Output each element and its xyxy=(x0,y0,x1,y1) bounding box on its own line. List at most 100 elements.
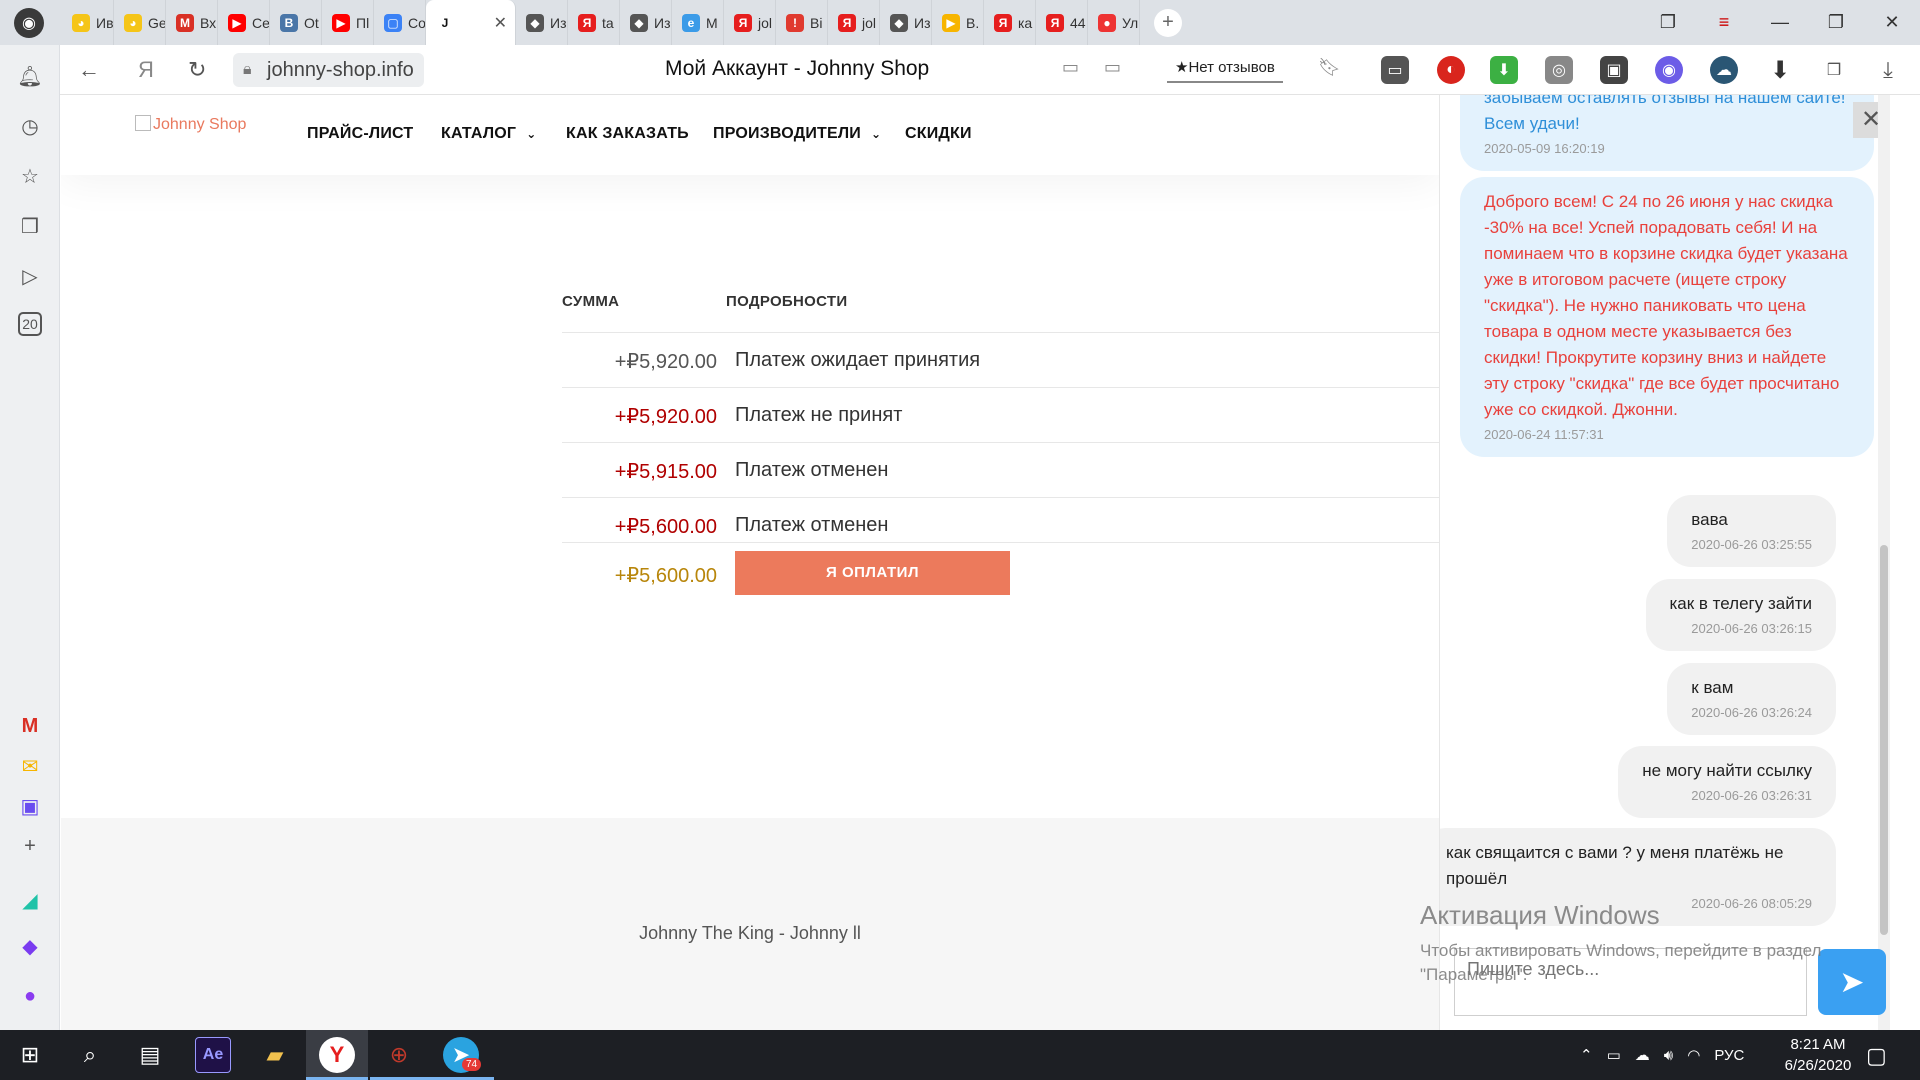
reload-icon[interactable]: ↻ xyxy=(188,57,206,83)
bookmark-icon[interactable]: 🔖︎ xyxy=(1318,57,1341,78)
menu-icon[interactable]: ≡ xyxy=(1696,12,1752,33)
translate-icon[interactable]: ▭ xyxy=(1104,57,1121,78)
download-arrow-icon[interactable]: ⬇ xyxy=(1490,56,1518,84)
chat-message-input[interactable] xyxy=(1454,948,1807,1016)
extension-icon[interactable]: ◎ xyxy=(1545,56,1573,84)
collections-icon[interactable]: ❐ xyxy=(1640,12,1696,33)
minimize-button[interactable]: — xyxy=(1752,12,1808,33)
reviews-button[interactable]: ★Нет отзывов xyxy=(1167,53,1283,83)
after-effects-icon[interactable]: Ae xyxy=(195,1037,231,1073)
search-icon[interactable]: ⌕ xyxy=(72,1037,108,1073)
game-launcher-icon[interactable]: ⊕ xyxy=(381,1037,417,1073)
nav-discounts[interactable]: СКИДКИ xyxy=(905,125,972,143)
i-paid-button[interactable]: Я ОПЛАТИЛ xyxy=(735,551,1010,595)
tab-favicon-icon: ▢ xyxy=(384,13,402,32)
clock[interactable]: 8:21 AM 6/26/2020 xyxy=(1768,1034,1868,1076)
tab-label: Из xyxy=(914,14,931,31)
battery-icon[interactable]: ▭ xyxy=(1607,1046,1621,1064)
windows-start-icon[interactable]: ⊞ xyxy=(12,1037,48,1073)
language-indicator[interactable]: РУС xyxy=(1714,1047,1744,1064)
browser-tab[interactable]: ◕ Ge xyxy=(114,0,166,45)
telegram-badge: 74 xyxy=(462,1058,482,1071)
volume-icon[interactable]: 🔊︎ xyxy=(1664,1047,1673,1064)
browser-tab[interactable]: ◆ Из xyxy=(516,0,568,45)
notification-icon[interactable]: ▢ xyxy=(1866,1043,1887,1069)
collections-icon[interactable]: ❒ xyxy=(16,212,44,240)
network-icon[interactable]: ◠ xyxy=(1687,1046,1700,1064)
add-panel-icon[interactable]: + xyxy=(16,832,44,860)
gmail-icon[interactable]: M xyxy=(16,712,44,740)
browser-tab[interactable]: Яta xyxy=(568,0,620,45)
file-explorer-icon[interactable]: ▰ xyxy=(257,1037,293,1073)
cloud-icon[interactable]: ☁ xyxy=(1710,56,1738,84)
history-icon[interactable]: ◷ xyxy=(16,112,44,140)
browser-tab[interactable]: ◕ Ив xyxy=(62,0,114,45)
close-tab-icon[interactable]: ✕ xyxy=(494,13,507,33)
camera-icon[interactable]: ▣ xyxy=(1600,56,1628,84)
browser-tab[interactable]: ▢ Co xyxy=(374,0,426,45)
browser-tab[interactable]: Яка xyxy=(984,0,1036,45)
play-icon[interactable]: ▷ xyxy=(16,262,44,290)
browser-tab[interactable]: Яjol xyxy=(724,0,776,45)
tab-label: ta xyxy=(602,14,614,31)
nav-price-list[interactable]: ПРАЙС-ЛИСТ xyxy=(307,125,413,143)
chat-scrollbar[interactable] xyxy=(1878,95,1890,1030)
payment-status: Платеж ожидает принятия xyxy=(735,349,981,371)
browser-tab[interactable]: ▶ В. xyxy=(932,0,984,45)
back-icon[interactable]: ← xyxy=(78,57,100,83)
message-text: Доброго всем! С 24 по 26 июня у нас скид… xyxy=(1484,192,1848,419)
browser-tab[interactable]: ▶ Се xyxy=(218,0,270,45)
download-icon[interactable]: ⬇ xyxy=(1766,56,1794,84)
browser-tab[interactable]: M Вх xyxy=(166,0,218,45)
close-window-button[interactable]: ✕ xyxy=(1864,12,1920,33)
yandex-icon[interactable]: Я xyxy=(138,57,154,83)
bell-icon[interactable]: 🔔︎ xyxy=(16,62,44,90)
new-tab-button[interactable]: + xyxy=(1154,8,1182,37)
nav-manufacturers[interactable]: ПРОИЗВОДИТЕЛИ ⌄ xyxy=(713,125,881,143)
messenger-icon[interactable]: ▣ xyxy=(16,792,44,820)
nav-catalog[interactable]: КАТАЛОГ ⌄ xyxy=(441,125,536,143)
table-row: +₽5,920.00 Платеж ожидает принятия xyxy=(562,332,1439,387)
mail-icon[interactable]: ✉ xyxy=(16,752,44,780)
browser-tab[interactable]: ◆ Из xyxy=(620,0,672,45)
message-timestamp: 2020-06-24 11:57:31 xyxy=(1484,427,1604,442)
star-icon[interactable]: ☆ xyxy=(16,162,44,190)
alice-icon[interactable]: ● xyxy=(16,982,44,1010)
browser-tab[interactable]: ▶ Пl xyxy=(322,0,374,45)
payment-amount: +₽5,920.00 xyxy=(614,351,717,373)
restore-button[interactable]: ❐ xyxy=(1808,12,1864,33)
browser-tab[interactable]: Я 44 xyxy=(1036,0,1088,45)
onedrive-icon[interactable]: ☁ xyxy=(1635,1046,1650,1064)
yandex-browser-icon[interactable]: Y xyxy=(319,1037,355,1073)
extension-icon[interactable]: ◉ xyxy=(1655,56,1683,84)
tab-active[interactable]: J ✕ xyxy=(426,0,516,45)
send-icon: ➤ xyxy=(1839,965,1865,999)
scrollbar-thumb[interactable] xyxy=(1880,545,1888,935)
payment-amount: +₽5,920.00 xyxy=(614,406,717,428)
browser-sidebar: 🔔︎ ◷ ☆ ❒ ▷ 20 M ✉ ▣ + ◢ ◆ ● xyxy=(0,45,60,1030)
extension-icon[interactable]: ▭ xyxy=(1381,56,1409,84)
message-text: вава xyxy=(1691,510,1728,529)
browser-tab[interactable]: ● Ул xyxy=(1088,0,1140,45)
browser-tab[interactable]: В Ot xyxy=(270,0,322,45)
chevron-up-icon[interactable]: ⌃ xyxy=(1580,1046,1593,1064)
browser-tab[interactable]: eМ xyxy=(672,0,724,45)
browser-tab[interactable]: Яjol xyxy=(828,0,880,45)
site-logo[interactable]: Johnny Shop xyxy=(135,115,246,134)
browser-tab[interactable]: ! Ві xyxy=(776,0,828,45)
profile-avatar[interactable]: ◉ xyxy=(14,7,44,38)
nav-how-to-order[interactable]: КАК ЗАКАЗАТЬ xyxy=(566,125,689,143)
url-field[interactable]: 🔒︎ johnny-shop.info xyxy=(233,53,424,87)
yandex-messenger-icon[interactable]: ◢ xyxy=(16,886,44,914)
app-icon[interactable]: ◆ xyxy=(16,932,44,960)
task-view-icon[interactable]: ▤ xyxy=(132,1037,168,1073)
message-timestamp: 2020-06-26 03:26:24 xyxy=(1691,705,1812,720)
extension-icon[interactable]: ◐ xyxy=(1437,56,1465,84)
browser-tab[interactable]: ◆ Из xyxy=(880,0,932,45)
extension-icon[interactable]: ❒ xyxy=(1820,56,1848,84)
send-button[interactable]: ➤ xyxy=(1818,949,1886,1015)
tab-label: Ві xyxy=(810,14,823,31)
downloads-icon[interactable]: ⤓ xyxy=(1874,56,1902,84)
calendar-icon[interactable]: 20 xyxy=(18,312,42,336)
translate-icon[interactable]: ▭ xyxy=(1062,57,1079,78)
